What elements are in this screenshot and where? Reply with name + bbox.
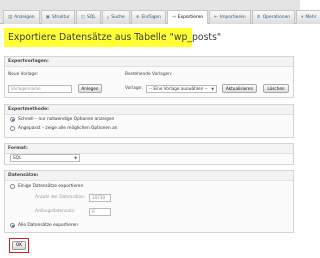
tab-label: Mehr	[305, 15, 317, 20]
new-template-label: Neue Vorlage:	[8, 72, 39, 77]
tab-icon: ▤	[8, 15, 13, 20]
tab-icon: ⇤	[214, 15, 218, 20]
tab-suche[interactable]: ⌕ Suche	[101, 10, 130, 24]
tab-icon: ▣	[45, 15, 50, 20]
delete-template-button[interactable]: Löschen	[263, 84, 289, 93]
page-title-highlight: Exportiere Datensätze aus Tabelle "wp_po…	[4, 28, 221, 47]
rows-all-radio[interactable]	[10, 223, 15, 228]
templates-panel: Exportvorlagen: Neue Vorlage: Vorlagenna…	[4, 56, 294, 98]
rows-all-label: Alle Datensätze exportieren	[18, 223, 78, 228]
create-template-button[interactable]: Anlegen	[78, 84, 102, 93]
tab-label: Suche	[111, 15, 125, 20]
update-template-button[interactable]: Aktualisieren	[222, 84, 257, 93]
tabs: ▤ Anzeigen ▣ Struktur ◫ SQL ⌕ Suche ⊕ Einfügen ⇥ Ex…	[3, 10, 320, 24]
rows-all-option[interactable]: Alle Datensätze exportieren	[10, 223, 78, 228]
rows-some-option[interactable]: Einige Datensätze exportieren	[10, 184, 83, 189]
format-select-value: SQL	[13, 155, 22, 160]
tab-anzeigen[interactable]: ▤ Anzeigen	[3, 10, 40, 24]
start-row-input[interactable]: 0	[89, 208, 111, 216]
chevron-down-icon: ▼	[211, 87, 214, 91]
tab-label: SQL	[87, 15, 96, 20]
tab-importieren[interactable]: ⇤ Importieren	[209, 10, 251, 24]
method-quick-label: Schnell – nur notwendige Optionen anzeig…	[18, 117, 115, 122]
tab-bar: ▤ Anzeigen ▣ Struktur ◫ SQL ⌕ Suche ⊕ Einfügen ⇥ Ex…	[0, 0, 320, 24]
tab-icon: ⌕	[106, 15, 110, 21]
format-panel: Format: SQL ▼	[4, 143, 294, 165]
method-custom-label: Angepasst – zeige alle möglichen Optione…	[18, 126, 118, 131]
template-select-value: -- Eine Vorlage auswählen --	[149, 86, 208, 91]
tab-icon: ⇥	[171, 15, 176, 20]
tab-mehr[interactable]: ▾ Mehr	[296, 10, 320, 24]
tab-exportieren[interactable]: ⇥ Exportieren	[166, 10, 209, 24]
start-row-label: Anfangsdatensatz:	[35, 209, 76, 214]
method-quick-option[interactable]: Schnell – nur notwendige Optionen anzeig…	[10, 117, 114, 122]
tab-struktur[interactable]: ▣ Struktur	[40, 10, 75, 24]
rows-some-radio[interactable]	[10, 184, 15, 189]
page-title: Exportiere Datensätze aus Tabelle "wp_po…	[8, 32, 222, 43]
template-name-input[interactable]: Vorlagenname	[8, 85, 72, 93]
tab-icon: ⚙	[256, 15, 261, 20]
template-select[interactable]: -- Eine Vorlage auswählen -- ▼	[146, 85, 217, 93]
tab-label: Importieren	[219, 15, 246, 20]
rows-panel: Datensätze: Einige Datensätze exportiere…	[4, 170, 294, 233]
format-select[interactable]: SQL ▼	[10, 154, 80, 162]
rows-some-label: Einige Datensätze exportieren	[18, 184, 84, 189]
tab-label: Struktur	[51, 15, 70, 20]
tab-label: Operationen	[262, 15, 291, 20]
tab-icon: ⊕	[135, 15, 140, 20]
method-custom-radio[interactable]	[10, 126, 15, 131]
method-custom-option[interactable]: Angepasst – zeige alle möglichen Optione…	[10, 126, 117, 131]
tab-icon: ▾	[301, 15, 304, 20]
chevron-down-icon: ▼	[74, 156, 77, 160]
method-panel: Exportmethode: Schnell – nur notwendige …	[4, 104, 294, 138]
row-count-input[interactable]: 10730	[89, 194, 111, 202]
method-quick-radio[interactable]	[10, 117, 15, 122]
ok-button-highlight: OK	[9, 238, 29, 253]
row-count-label: Anzahl der Datensätze:	[35, 195, 86, 200]
tab-einfügen[interactable]: ⊕ Einfügen	[130, 10, 166, 24]
tab-label: Anzeigen	[14, 15, 35, 20]
tab-operationen[interactable]: ⚙ Operationen	[251, 10, 296, 24]
ok-button[interactable]: OK	[12, 241, 26, 250]
template-label: Vorlage:	[125, 86, 143, 91]
tab-sql[interactable]: ◫ SQL	[75, 10, 101, 24]
tab-icon: ◫	[80, 15, 86, 20]
tab-label: Einfügen	[141, 15, 161, 20]
rows-heading: Datensätze:	[5, 171, 293, 181]
format-heading: Format:	[5, 144, 293, 154]
method-heading: Exportmethode:	[5, 105, 293, 115]
tab-label: Exportieren	[177, 15, 204, 20]
templates-heading: Exportvorlagen:	[5, 57, 293, 67]
existing-templates-label: Bestehende Vorlagen:	[125, 72, 173, 77]
